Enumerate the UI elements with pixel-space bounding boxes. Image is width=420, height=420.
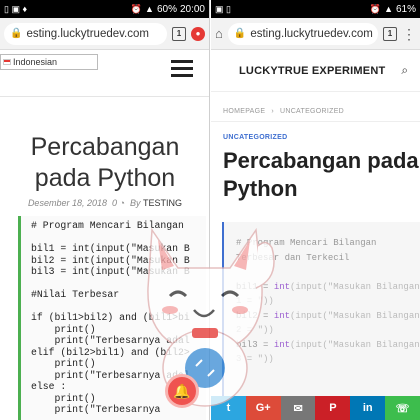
language-label: Indonesian — [13, 57, 58, 67]
clock: 20:00 — [179, 3, 205, 15]
battery-level: 61% — [395, 3, 416, 15]
code-line: 2 = ")) — [236, 325, 274, 335]
url-field[interactable]: 🔒 esting.luckytruedev.com — [227, 22, 378, 45]
code-line: bil3 = int(input("Masukan Bilangan — [236, 339, 420, 350]
code-line: bil1 = int(input("Masukan B — [31, 243, 190, 254]
search-icon[interactable]: ⌕ — [401, 63, 408, 78]
breadcrumb-home[interactable]: HOMEPAGE — [223, 108, 265, 115]
code-line: bil3 = int(input("Masukan B — [31, 266, 190, 277]
site-header: LUCKYTRUE EXPERIMENT ⌕ — [211, 50, 420, 92]
code-comment: Terbesar dan Terkecil — [236, 252, 350, 263]
email-share-icon[interactable]: ✉ — [280, 396, 316, 420]
twitter-share-icon[interactable]: t — [211, 396, 246, 420]
code-line: print() — [31, 358, 96, 369]
pinterest-share-icon[interactable]: P — [315, 396, 351, 420]
whatsapp-share-icon[interactable]: ☏ — [385, 396, 420, 420]
code-line: elif (bil2>bil1) and (bil2> — [31, 346, 190, 358]
url-field[interactable]: 🔒 esting.luckytruedev.com — [4, 22, 167, 45]
code-line: if (bil1>bil2) and (bil1>bi — [31, 312, 190, 323]
post-date[interactable]: Desember 18, 2018 — [28, 198, 107, 208]
address-bar: ⌂ 🔒 esting.luckytruedev.com 1 ⋮ — [211, 18, 420, 50]
comment-icon: ◔ — [119, 198, 125, 208]
post-author[interactable]: TESTING — [143, 198, 182, 208]
share-bar: t G+ ✉ P in ☏ — [211, 396, 420, 420]
notification-icons: ▣ ▯ — [215, 3, 231, 14]
notification-bell-icon[interactable]: 🔔 — [165, 374, 199, 408]
post-meta: Desember 18, 2018 0 ◔ By TESTING — [0, 198, 209, 208]
tab-switcher-button[interactable]: 1 — [172, 26, 186, 41]
post-title: Percabangan pada Python — [223, 147, 420, 203]
status-bar: ▯ ▣ ♦ ⏰ ▲ 60% 20:00 — [0, 0, 209, 18]
post-title-line1: Percabangan pada — [223, 148, 419, 173]
address-bar: 🔒 esting.luckytruedev.com 1 ● — [0, 18, 209, 50]
code-line: 1 = ")) — [236, 296, 274, 306]
code-line: print("Terbesarnya adal — [31, 335, 190, 346]
code-line: bil2 = int(input("Masukan Bilangan — [236, 310, 420, 321]
header-divider — [0, 96, 209, 97]
code-line: bil2 = int(input("Masukan B — [31, 254, 190, 266]
flag-icon — [3, 59, 11, 65]
left-browser-window: ▯ ▣ ♦ ⏰ ▲ 60% 20:00 🔒 esting.luckytruede… — [0, 0, 210, 420]
status-bar: ▣ ▯ ⏰ ▲ 61% — [211, 0, 420, 18]
signal-icon: ▲ — [145, 4, 154, 14]
breadcrumb-separator: › — [271, 108, 274, 115]
adblock-icon[interactable]: ● — [191, 26, 205, 41]
signal-icon: ▲ — [384, 4, 393, 14]
google-plus-share-icon[interactable]: G+ — [245, 396, 281, 420]
code-comment: # Program Mencari Bilangan — [236, 238, 377, 248]
breadcrumb: HOMEPAGE › UNCATEGORIZED — [211, 102, 420, 122]
post-title-line2: pada Python — [34, 164, 176, 192]
code-line: #Nilai Terbesar — [31, 289, 120, 300]
language-select[interactable]: Indonesian — [0, 54, 98, 70]
url-text: esting.luckytruedev.com — [250, 27, 373, 40]
notification-icons: ▯ ▣ ♦ — [4, 3, 28, 14]
lock-icon: 🔒 — [10, 28, 23, 39]
battery-level: 60% — [156, 3, 177, 15]
site-name[interactable]: LUCKYTRUE EXPERIMENT — [239, 65, 385, 77]
menu-button[interactable] — [171, 60, 193, 81]
code-line: 3 = ")) — [236, 354, 274, 364]
code-block: # Program Mencari Bilangan Terbesar dan … — [222, 222, 420, 398]
comment-count[interactable]: 0 — [112, 198, 117, 208]
linkedin-share-icon[interactable]: in — [350, 396, 386, 420]
code-line: print() — [31, 323, 96, 335]
breadcrumb-current: UNCATEGORIZED — [279, 108, 345, 115]
lock-icon: 🔒 — [233, 28, 247, 39]
alarm-icon: ⏰ — [369, 3, 382, 14]
post-title-line1: Percabangan — [30, 133, 180, 161]
overflow-menu-icon[interactable]: ⋮ — [402, 27, 416, 41]
code-line: bil1 = int(input("Masukan Bilangan — [236, 281, 420, 292]
code-line: # Program Mencari Bilangan — [31, 220, 184, 231]
url-text: esting.luckytruedev.com — [26, 27, 149, 40]
alarm-icon: ⏰ — [130, 3, 143, 14]
tab-switcher-button[interactable]: 1 — [383, 26, 397, 41]
post-title: Percabangan pada Python — [0, 132, 209, 194]
author-prefix: By — [130, 198, 141, 208]
right-browser-window: ▣ ▯ ⏰ ▲ 61% ⌂ 🔒 esting.luckytruedev.com … — [211, 0, 420, 420]
home-icon[interactable]: ⌂ — [215, 26, 223, 41]
post-title-line2: Python — [223, 176, 298, 201]
post-category[interactable]: UNCATEGORIZED — [223, 134, 420, 141]
